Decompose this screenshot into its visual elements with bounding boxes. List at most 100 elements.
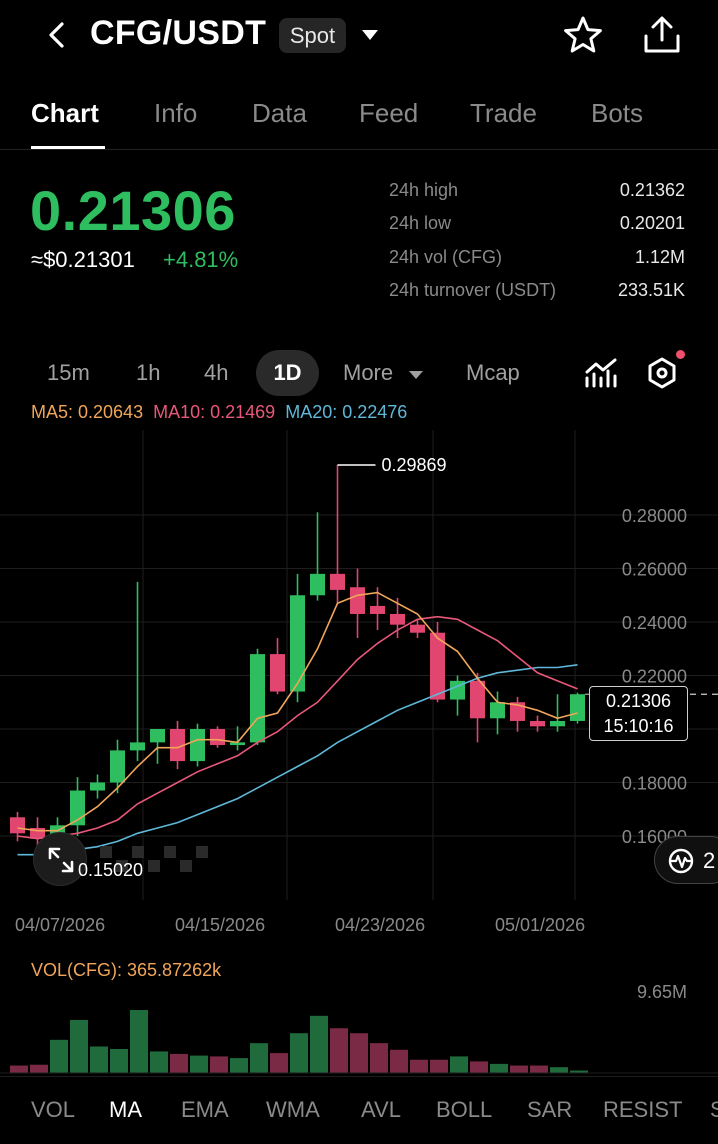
candle-up — [250, 654, 265, 743]
candle-down — [210, 729, 225, 746]
date-label: 04/23/2026 — [335, 915, 426, 935]
candle-up — [130, 742, 145, 751]
volume-bar-down — [410, 1059, 428, 1073]
last-price: 0.21306 — [30, 179, 236, 242]
candle-countdown: 15:10:16 — [603, 716, 674, 736]
candle-up — [110, 750, 125, 783]
watermark-block — [180, 860, 192, 872]
indicator-chart-icon[interactable] — [584, 356, 618, 390]
indicator-wma[interactable]: WMA — [266, 1097, 320, 1123]
volume-bar-down — [330, 1028, 348, 1073]
volume-bar-up — [190, 1055, 208, 1073]
date-label: 04/07/2026 — [15, 915, 106, 935]
volume-bar-up — [50, 1039, 68, 1073]
active-tab-indicator — [31, 146, 105, 149]
candle-up — [90, 782, 105, 791]
pair-title[interactable]: CFG/USDT — [90, 14, 266, 53]
chart-settings-icon[interactable] — [645, 356, 679, 390]
volume-max-label: 9.65M — [636, 982, 687, 1002]
side-panel-count: 2 — [703, 848, 716, 873]
volume-bar-up — [290, 1033, 308, 1073]
usd-price: ≈$0.21301 — [31, 247, 135, 272]
tab-feed[interactable]: Feed — [359, 98, 418, 129]
volume-bar-up — [310, 1015, 328, 1073]
indicator-bar: VOL MA EMA WMA AVL BOLL SAR RESIST S — [0, 1076, 718, 1144]
indicator-ma[interactable]: MA — [109, 1097, 142, 1123]
indicator-s[interactable]: S — [710, 1097, 718, 1123]
pulse-icon — [668, 848, 694, 874]
stat-value-vol: 1.12M — [634, 247, 685, 267]
share-icon[interactable] — [640, 14, 684, 56]
volume-bar-down — [390, 1049, 408, 1073]
volume-bar-down — [170, 1053, 188, 1073]
indicator-boll[interactable]: BOLL — [436, 1097, 492, 1123]
current-price-label: 0.21306 15:10:16 — [589, 686, 688, 741]
indicator-avl[interactable]: AVL — [361, 1097, 401, 1123]
candle-down — [270, 654, 285, 692]
candle-up — [570, 694, 585, 721]
current-price-value: 0.21306 — [605, 691, 672, 711]
candle-down — [370, 605, 385, 614]
tab-data[interactable]: Data — [252, 98, 307, 129]
interval-mcap[interactable]: Mcap — [466, 360, 520, 386]
date-label: 04/15/2026 — [175, 915, 266, 935]
interval-1d[interactable]: 1D — [256, 350, 319, 396]
volume-bar-down — [350, 1033, 368, 1073]
low-price-label: 0.15020 — [78, 860, 144, 880]
interval-15m[interactable]: 15m — [47, 360, 90, 386]
interval-4h[interactable]: 4h — [204, 360, 228, 386]
stat-value-turnover: 233.51K — [617, 280, 685, 300]
y-tick-label: 0.24000 — [622, 613, 687, 633]
y-tick-label: 0.22000 — [622, 667, 687, 687]
high-price-label: 0.29869 — [382, 455, 447, 475]
candle-up — [190, 729, 205, 762]
star-icon[interactable] — [562, 14, 604, 56]
notification-dot — [676, 350, 685, 359]
volume-bar-up — [110, 1048, 128, 1073]
candle-down — [10, 817, 25, 834]
tab-trade[interactable]: Trade — [470, 98, 537, 129]
volume-bar-up — [70, 1019, 88, 1073]
volume-bar-up — [250, 1043, 268, 1073]
y-tick-label: 0.28000 — [622, 506, 687, 526]
watermark-block — [132, 846, 144, 858]
volume-bar-up — [230, 1058, 248, 1073]
candle-up — [150, 729, 165, 743]
tab-bots[interactable]: Bots — [591, 98, 643, 129]
caret-down-icon[interactable] — [360, 26, 380, 44]
stat-label-turnover: 24h turnover (USDT) — [389, 280, 557, 300]
watermark-block — [164, 846, 176, 858]
indicator-vol[interactable]: VOL — [31, 1097, 75, 1123]
volume-bar-down — [510, 1065, 528, 1073]
side-panel-toggle[interactable]: 2 — [654, 836, 718, 884]
volume-bar-down — [370, 1043, 388, 1073]
stat-label-high: 24h high — [389, 180, 459, 200]
interval-more[interactable]: More — [343, 360, 393, 386]
y-tick-label: 0.18000 — [622, 774, 687, 794]
price-change: +4.81% — [163, 247, 239, 272]
interval-1h[interactable]: 1h — [136, 360, 160, 386]
section-tabs: Chart Info Data Feed Trade Bots — [0, 90, 718, 150]
indicator-resist[interactable]: RESIST — [603, 1097, 682, 1123]
candle-up — [310, 573, 325, 596]
volume-bar-up — [450, 1056, 468, 1073]
expand-icon — [48, 847, 74, 873]
watermark-block — [196, 846, 208, 858]
back-arrow-icon[interactable] — [40, 18, 74, 52]
stat-value-high: 0.21362 — [619, 180, 685, 200]
indicator-sar[interactable]: SAR — [527, 1097, 572, 1123]
indicator-ema[interactable]: EMA — [181, 1097, 229, 1123]
tab-chart[interactable]: Chart — [31, 98, 99, 129]
tab-info[interactable]: Info — [154, 98, 197, 129]
watermark-block — [100, 846, 112, 858]
candle-up — [550, 720, 565, 727]
volume-bar-down — [210, 1056, 228, 1073]
candlestick-chart[interactable]: 0.280000.260000.240000.220000.180000.160… — [0, 400, 718, 900]
volume-bar-up — [490, 1063, 508, 1073]
candle-down — [330, 573, 345, 590]
volume-bar-up — [90, 1046, 108, 1073]
volume-bar-down — [30, 1064, 48, 1073]
candle-down — [530, 720, 545, 727]
candle-down — [430, 632, 445, 700]
spot-badge[interactable]: Spot — [279, 18, 346, 53]
